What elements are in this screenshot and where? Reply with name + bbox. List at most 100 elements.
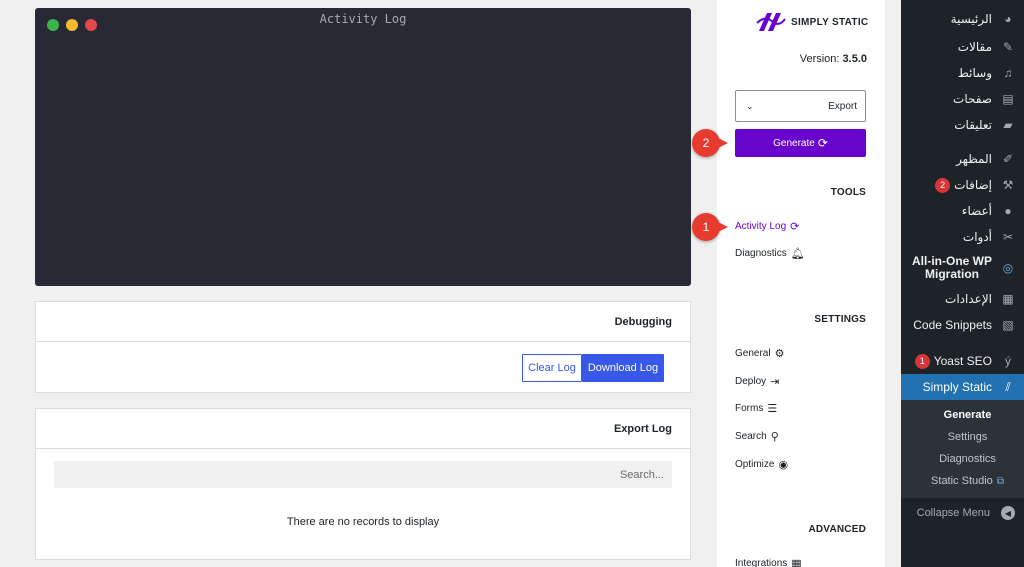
migration-icon: ◎ xyxy=(1002,260,1014,275)
menu-comments[interactable]: ▰ تعليقات xyxy=(901,112,1024,138)
submenu-static-studio[interactable]: ⧉Static Studio xyxy=(901,470,1024,492)
menu-simply-static[interactable]: ⫽ Simply Static xyxy=(901,374,1024,400)
empty-state-text: There are no records to display xyxy=(286,516,440,528)
yoast-icon: ý xyxy=(1005,354,1011,368)
menu-label: Code Snippets xyxy=(913,318,992,332)
nav-deploy[interactable]: Deploy ⇥ xyxy=(735,375,779,388)
menu-pages[interactable]: ▤ صفحات xyxy=(901,86,1024,112)
menu-users[interactable]: ● أعضاء xyxy=(901,198,1024,224)
appearance-icon: ✐ xyxy=(1002,152,1014,166)
nav-activity-log[interactable]: Activity Log ⟳ xyxy=(735,220,799,233)
tools-icon: ✂ xyxy=(1002,230,1014,244)
menu-label: الرئيسية xyxy=(950,12,992,26)
menu-label: مقالات xyxy=(957,40,992,54)
calendar-icon: ▦ xyxy=(791,558,802,567)
settings-icon: ▦ xyxy=(1002,292,1014,306)
download-log-button[interactable]: Download Log xyxy=(582,354,664,382)
menu-settings[interactable]: ▦ الإعدادات xyxy=(901,286,1024,312)
search-icon: ⚲ xyxy=(770,431,779,443)
submenu-diagnostics[interactable]: Diagnostics xyxy=(901,448,1024,470)
plugins-icon: ⚒ xyxy=(1002,178,1014,192)
admin-sidebar: ◕ الرئيسية ✎ مقالات ♫ وسائط ▤ صفحات ▰ تعليقات… xyxy=(901,0,1024,567)
nav-label: Diagnostics xyxy=(735,248,787,259)
nav-general[interactable]: General ⚙ xyxy=(735,347,784,360)
nav-label: Activity Log xyxy=(735,221,787,232)
export-log-card: Export Log Search... There are no record… xyxy=(35,408,691,560)
pages-icon: ▤ xyxy=(1002,92,1014,106)
settings-heading: SETTINGS xyxy=(814,314,866,325)
submenu-generate[interactable]: Generate xyxy=(901,404,1024,426)
menu-yoast-seo[interactable]: ý Yoast SEO 1 xyxy=(901,348,1024,374)
sync-icon: ⟳ xyxy=(790,221,800,233)
collapse-label: Collapse Menu xyxy=(916,507,990,519)
nav-label: Optimize xyxy=(735,459,775,470)
debugging-card: Debugging Clear Log Download Log xyxy=(35,301,691,393)
version-value: 3.5.0 xyxy=(842,53,867,65)
nav-forms[interactable]: Forms ☰ xyxy=(735,402,777,415)
advanced-heading: ADVANCED xyxy=(808,524,866,535)
tools-heading: TOOLS xyxy=(830,187,866,198)
nav-label: Search xyxy=(735,431,767,442)
gear-icon: ⚙ xyxy=(774,348,785,360)
submenu-label: Static Studio xyxy=(931,475,993,487)
forms-icon: ☰ xyxy=(767,403,778,415)
callout-1: 1 xyxy=(692,213,728,241)
menu-media[interactable]: ♫ وسائط xyxy=(901,60,1024,86)
collapse-icon: ◀ xyxy=(998,506,1018,520)
simply-static-submenu: Generate Settings Diagnostics ⧉Static St… xyxy=(901,400,1024,498)
menu-label: إضافات xyxy=(954,178,992,192)
menu-all-in-one-migration[interactable]: ◎ All-in-One WP Migration xyxy=(901,250,1024,286)
card-title: Export Log xyxy=(613,422,672,435)
users-icon: ● xyxy=(1004,204,1012,218)
export-log-title: Export Log xyxy=(36,409,690,449)
menu-code-snippets[interactable]: ▧ Code Snippets xyxy=(901,312,1024,338)
menu-label: الإعدادات xyxy=(945,292,992,306)
menu-appearance[interactable]: ✐ المظهر xyxy=(901,146,1024,172)
nav-optimize[interactable]: Optimize ◉ xyxy=(735,458,788,471)
clear-log-button[interactable]: Clear Log xyxy=(522,354,582,382)
submenu-settings[interactable]: Settings xyxy=(901,426,1024,448)
menu-label: وسائط xyxy=(957,66,992,80)
menu-dashboard[interactable]: ◕ الرئيسية xyxy=(901,6,1024,32)
deploy-icon: ⇥ xyxy=(770,376,780,388)
pin-icon: ✎ xyxy=(1002,40,1014,54)
callout-arrow-icon xyxy=(716,137,728,149)
simply-static-icon: ⫽ xyxy=(1005,379,1011,394)
debugging-title: Debugging xyxy=(36,302,690,342)
menu-label: المظهر xyxy=(956,152,992,166)
collapse-menu-button[interactable]: ◀ Collapse Menu xyxy=(901,498,1024,528)
menu-label: Yoast SEO xyxy=(933,354,992,368)
menu-label: All-in-One WP Migration xyxy=(912,254,992,281)
logo-text: SIMPLY STATIC xyxy=(791,16,869,28)
export-select-value: Export xyxy=(828,100,857,112)
simply-static-logo: SIMPLY STATIC xyxy=(755,11,868,33)
card-title: Debugging xyxy=(614,315,672,328)
menu-posts[interactable]: ✎ مقالات xyxy=(901,34,1024,60)
menu-label: أدوات xyxy=(962,230,992,244)
simply-static-logo-icon xyxy=(756,13,786,31)
dashboard-icon: ◕ xyxy=(1004,12,1012,26)
menu-tools[interactable]: ✂ أدوات xyxy=(901,224,1024,250)
sync-icon: ⟳ xyxy=(817,136,828,150)
nav-label: Integrations xyxy=(735,558,788,567)
dashboard-gauge-icon: ◉ xyxy=(778,459,789,471)
nav-label: Deploy xyxy=(735,376,767,387)
menu-plugins[interactable]: ⚒ إضافات 2 xyxy=(901,172,1024,198)
menu-label: أعضاء xyxy=(961,204,992,218)
search-placeholder: Search... xyxy=(619,468,664,481)
nav-search[interactable]: Search ⚲ xyxy=(735,430,779,443)
nav-integrations[interactable]: Integrations ▦ xyxy=(735,557,802,567)
menu-label: صفحات xyxy=(953,92,992,106)
menu-label: تعليقات xyxy=(954,118,992,132)
callout-2: 2 xyxy=(692,129,728,157)
export-type-select[interactable]: ⌄ Export xyxy=(735,90,866,122)
menu-label: Simply Static xyxy=(922,380,992,394)
bell-icon: 🔔︎ xyxy=(790,248,805,260)
generate-button[interactable]: Generate ⟳ xyxy=(735,129,866,157)
chevron-down-icon: ⌄ xyxy=(746,100,754,111)
comments-icon: ▰ xyxy=(1003,118,1013,132)
debugging-actions: Clear Log Download Log xyxy=(522,354,664,382)
generate-label: Generate xyxy=(773,137,815,149)
nav-diagnostics[interactable]: Diagnostics 🔔︎ xyxy=(735,247,805,260)
search-input[interactable]: Search... xyxy=(54,461,672,488)
